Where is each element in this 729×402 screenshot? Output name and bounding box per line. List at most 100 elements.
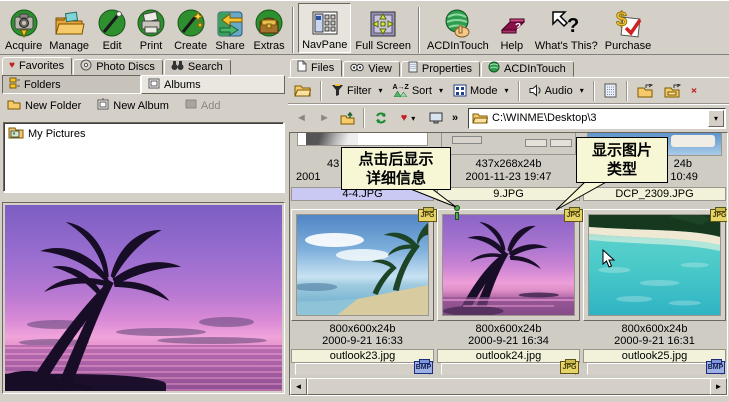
thumbnail-partial-row[interactable]: BMP [587, 359, 725, 375]
folder-icon [294, 85, 311, 97]
toolbar-overflow-chevron[interactable]: » [448, 109, 462, 128]
tree-item-my-pictures[interactable]: My Pictures [8, 126, 279, 142]
toolbar-label: Edit [102, 40, 122, 52]
horizontal-scrollbar[interactable]: ◄ ► [290, 378, 727, 395]
back-arrow-icon: ◄ [296, 112, 307, 124]
address-dropdown-button[interactable]: ▾ [708, 109, 724, 127]
mode-button[interactable]: Mode ▾ [449, 82, 513, 99]
forward-arrow-icon: ► [319, 112, 330, 124]
folder-copy-icon [664, 83, 681, 97]
properties-button[interactable] [600, 81, 621, 100]
desktop-button[interactable] [425, 109, 446, 128]
file-info-date: 2000-9-21 16:33 [322, 335, 403, 347]
share-button[interactable]: Share [211, 3, 249, 53]
print-button[interactable]: Print [132, 3, 170, 53]
chevron-down-icon[interactable]: ▾ [378, 86, 382, 95]
scroll-left-button[interactable]: ◄ [290, 378, 307, 395]
file-cell-outlook23[interactable]: JPG 800x600x24b 2000-9-21 16:33 outlook2… [291, 207, 437, 364]
edit-button[interactable]: Edit [93, 3, 131, 53]
tab-search[interactable]: Search [163, 59, 231, 75]
favorites-button[interactable]: ♥ ▾ [393, 109, 423, 128]
folder-icon [472, 113, 488, 124]
toolbar-label: What's This? [534, 40, 598, 52]
create-button[interactable]: Create [171, 3, 210, 53]
add-button[interactable]: Add [182, 97, 224, 114]
purchase-button[interactable]: $ Purchase [602, 3, 654, 53]
up-folder-icon [340, 111, 355, 124]
scroll-right-button[interactable]: ► [710, 378, 727, 395]
mode-label: Mode [470, 84, 498, 97]
tree-item-label: My Pictures [28, 128, 86, 140]
address-toolbar: ◄ ► ♥ ▾ » C:\WINME\Desktop\3 ▾ [288, 104, 729, 131]
audio-button[interactable]: Audio ▾ [525, 82, 588, 99]
chevron-down-icon[interactable]: ▾ [580, 86, 584, 95]
tab-files[interactable]: Files [290, 59, 343, 77]
thumbnail-partial-row[interactable]: JPG [441, 359, 579, 375]
open-folder-button[interactable] [290, 82, 315, 99]
file-name[interactable]: 9.JPG [437, 187, 580, 201]
toolbar-label: Full Screen [355, 40, 411, 52]
thumbnail[interactable]: JPG [291, 207, 437, 321]
file-type-badge: BMP [414, 359, 433, 374]
file-type-badge: JPG [564, 207, 583, 222]
main-toolbar: Acquire Manage Edit Print Create Share E… [0, 0, 729, 55]
new-album-button[interactable]: New Album [94, 96, 172, 115]
acdintouch-button[interactable]: ACDInTouch [424, 3, 492, 53]
move-to-folder-button[interactable] [633, 82, 658, 100]
tab-folders[interactable]: Folders [2, 75, 141, 94]
filter-button[interactable]: Filter ▾ [327, 82, 386, 99]
help-button[interactable]: ? Help [493, 3, 531, 53]
file-pane: Files View Properties ACDInTouch Filter … [288, 56, 729, 396]
left-tab-row: ♥ Favorites Photo Discs Search [0, 56, 287, 75]
file-cell-outlook24[interactable]: JPG 800x600x24b 2000-9-21 16:34 outlook2… [437, 207, 583, 364]
chevron-down-icon[interactable]: ▾ [439, 86, 443, 95]
delete-button-partial[interactable] [687, 82, 701, 99]
sort-button[interactable]: A→Z Sort ▾ [388, 82, 447, 99]
back-button[interactable]: ◄ [291, 109, 312, 128]
tab-properties[interactable]: Properties [400, 61, 481, 77]
refresh-button[interactable] [370, 109, 391, 128]
scrollbar-thumb[interactable] [307, 378, 713, 395]
toolbar-label: Manage [49, 40, 90, 52]
full-screen-button[interactable]: Full Screen [352, 3, 414, 53]
tab-albums[interactable]: Albums [141, 75, 285, 94]
globe-icon [442, 7, 474, 40]
up-folder-button[interactable] [337, 109, 358, 128]
tab-acdintouch[interactable]: ACDInTouch [481, 61, 574, 77]
thumbnail-partial-row[interactable]: BMP [295, 359, 433, 375]
file-info-date: 2001-11-23 19:47 [465, 171, 552, 183]
callout-image-type: 显示图片 类型 [576, 137, 668, 183]
acquire-button[interactable]: Acquire [2, 3, 45, 53]
whats-this-button[interactable]: ? What's This? [532, 3, 601, 53]
file-info-resolution: 800x600x24b [329, 323, 396, 335]
file-name[interactable]: DCP_2309.JPG [583, 187, 726, 201]
tab-view[interactable]: View [343, 61, 400, 77]
file-info-date: 2000-9-21 16:34 [468, 335, 549, 347]
folder-tree[interactable]: My Pictures [3, 122, 284, 192]
properties-page-icon [408, 61, 418, 76]
tab-photo-discs[interactable]: Photo Discs [73, 59, 163, 75]
extras-button[interactable]: Extras [250, 3, 288, 53]
left-subtab-row: Folders Albums [0, 75, 287, 94]
file-type-badge: BMP [706, 359, 725, 374]
globe-icon [488, 61, 500, 76]
thumbnail[interactable]: JPG [437, 207, 583, 321]
preview-image[interactable] [5, 205, 282, 391]
file-name[interactable]: outlook23.jpg [291, 349, 434, 363]
thumbnail-image-outlook24 [442, 214, 575, 316]
manage-button[interactable]: Manage [46, 3, 92, 53]
info-icon[interactable] [452, 205, 462, 220]
navpane-button[interactable]: NavPane [298, 3, 352, 53]
address-combobox[interactable]: C:\WINME\Desktop\3 ▾ [468, 107, 726, 129]
copy-to-folder-button[interactable] [660, 82, 685, 100]
file-cell-outlook25[interactable]: JPG 800x600x24b 2000-9-21 16:31 outlook2… [583, 207, 727, 364]
forward-button[interactable]: ► [314, 109, 335, 128]
new-folder-button[interactable]: New Folder [4, 97, 84, 115]
file-name[interactable]: outlook24.jpg [437, 349, 580, 363]
file-name[interactable]: outlook25.jpg [583, 349, 726, 363]
extras-chest-icon [253, 7, 285, 40]
file-pane-tabs: Files View Properties ACDInTouch [288, 56, 729, 77]
tab-favorites[interactable]: ♥ Favorites [2, 57, 73, 75]
share-arrows-icon [214, 7, 246, 40]
chevron-down-icon[interactable]: ▾ [505, 86, 509, 95]
